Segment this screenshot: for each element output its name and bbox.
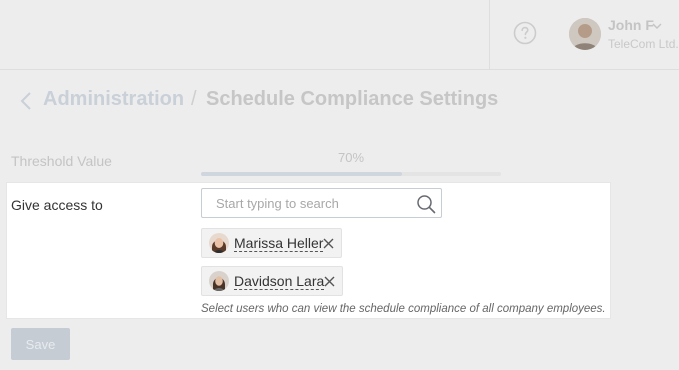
avatar bbox=[209, 233, 229, 253]
threshold-value: 70% bbox=[338, 150, 365, 165]
breadcrumb-separator: / bbox=[191, 88, 197, 110]
user-search-box bbox=[201, 188, 442, 218]
selected-user-name[interactable]: Marissa Heller bbox=[234, 235, 324, 252]
avatar[interactable] bbox=[569, 18, 601, 50]
user-photo-icon bbox=[569, 18, 601, 50]
user-photo-icon bbox=[209, 233, 229, 253]
question-circle-icon[interactable] bbox=[513, 21, 537, 45]
search-icon[interactable] bbox=[416, 194, 436, 214]
search-input[interactable] bbox=[210, 189, 422, 217]
breadcrumb-parent-link[interactable]: Administration bbox=[43, 88, 184, 111]
access-hint: Select users who can view the schedule c… bbox=[201, 303, 606, 315]
close-icon[interactable] bbox=[323, 238, 334, 249]
chevron-left-icon[interactable] bbox=[19, 91, 33, 111]
page-title: Schedule Compliance Settings bbox=[206, 88, 499, 110]
threshold-label: Threshold Value bbox=[11, 153, 112, 169]
chevron-down-icon[interactable] bbox=[652, 22, 662, 30]
user-company: TeleCom Ltd. bbox=[608, 37, 679, 51]
user-name[interactable]: John F bbox=[608, 17, 654, 33]
selected-user-chip: Marissa Heller bbox=[201, 228, 342, 258]
selected-user-name[interactable]: Davidson Lara bbox=[234, 273, 325, 290]
selected-user-chip: Davidson Lara bbox=[201, 266, 343, 296]
access-label: Give access to bbox=[11, 197, 103, 213]
avatar bbox=[209, 271, 229, 291]
save-button[interactable]: Save bbox=[11, 328, 70, 360]
close-icon[interactable] bbox=[324, 276, 335, 287]
threshold-slider[interactable] bbox=[201, 172, 501, 176]
user-photo-icon bbox=[209, 271, 229, 291]
threshold-slider-fill bbox=[201, 172, 402, 176]
topbar-divider bbox=[489, 0, 490, 69]
